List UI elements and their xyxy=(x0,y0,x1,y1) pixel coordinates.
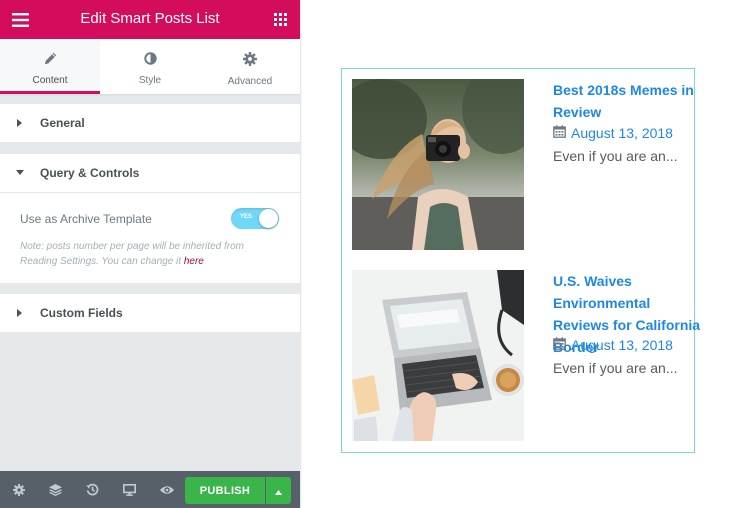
gear-icon xyxy=(243,52,257,71)
smart-posts-list-widget: Best 2018s Memes in Review August 13, 20… xyxy=(341,68,700,453)
post-thumbnail-woman-with-camera[interactable] xyxy=(352,79,524,250)
tab-content[interactable]: Content xyxy=(0,39,100,94)
archive-note-text: Note: posts number per page will be inhe… xyxy=(20,241,245,267)
half-circle-icon xyxy=(143,52,157,70)
publish-button[interactable]: PUBLISH xyxy=(185,477,265,504)
archive-note: Note: posts number per page will be inhe… xyxy=(20,239,282,269)
tab-advanced-label: Advanced xyxy=(227,76,273,87)
archive-template-label: Use as Archive Template xyxy=(20,212,152,226)
toggle-yes-text: YES xyxy=(240,214,253,220)
post-thumbnail-laptop-desk[interactable] xyxy=(352,270,524,441)
panel-title: Edit Smart Posts List xyxy=(80,10,220,27)
section-general-header[interactable]: General xyxy=(0,104,300,143)
section-query-header[interactable]: Query & Controls xyxy=(0,154,300,193)
archive-template-toggle[interactable]: YES xyxy=(231,208,279,229)
post-date-text[interactable]: August 13, 2018 xyxy=(571,125,673,141)
pencil-icon xyxy=(44,52,57,70)
post-item: Best 2018s Memes in Review August 13, 20… xyxy=(352,79,694,250)
section-query-title: Query & Controls xyxy=(40,166,140,180)
panel-footer: PUBLISH xyxy=(0,471,300,508)
section-query-controls: Query & Controls Use as Archive Template… xyxy=(0,154,300,283)
grid-apps-icon[interactable] xyxy=(260,0,300,39)
responsive-desktop-icon[interactable] xyxy=(111,471,148,508)
section-general-title: General xyxy=(40,116,85,130)
preview-eye-icon[interactable] xyxy=(148,471,185,508)
section-custom-fields-header[interactable]: Custom Fields xyxy=(0,294,300,333)
editor-panel: Edit Smart Posts List Content Style Adva… xyxy=(0,0,300,508)
caret-right-icon xyxy=(0,119,40,127)
post-title-link[interactable]: Best 2018s Memes in Review xyxy=(553,79,703,123)
panel-tabs: Content Style Advanced xyxy=(0,39,300,94)
tab-advanced[interactable]: Advanced xyxy=(200,39,300,94)
section-general: General xyxy=(0,104,300,143)
post-excerpt: Even if you are an... xyxy=(553,360,678,376)
calendar-icon xyxy=(553,125,566,141)
archive-template-control: Use as Archive Template YES xyxy=(0,193,300,243)
post-date: August 13, 2018 xyxy=(553,337,673,353)
publish-options-button[interactable] xyxy=(266,477,291,504)
post-date-text[interactable]: August 13, 2018 xyxy=(571,337,673,353)
tab-style[interactable]: Style xyxy=(100,39,200,94)
settings-icon[interactable] xyxy=(0,471,37,508)
post-item: U.S. Waives Environmental Reviews for Ca… xyxy=(352,270,700,441)
hamburger-menu-icon[interactable] xyxy=(0,0,40,39)
tab-content-label: Content xyxy=(32,75,68,86)
layers-icon[interactable] xyxy=(37,471,74,508)
post-date: August 13, 2018 xyxy=(553,125,673,141)
caret-down-icon xyxy=(0,170,40,176)
panel-shadow xyxy=(300,0,302,508)
archive-note-link[interactable]: here xyxy=(184,256,204,267)
caret-right-icon xyxy=(0,309,40,317)
calendar-icon xyxy=(553,337,566,353)
panel-header: Edit Smart Posts List xyxy=(0,0,300,39)
toggle-knob xyxy=(259,209,278,228)
history-icon[interactable] xyxy=(74,471,111,508)
tab-style-label: Style xyxy=(138,75,162,86)
post-excerpt: Even if you are an... xyxy=(553,148,678,164)
caret-up-icon xyxy=(275,482,282,500)
section-custom-fields: Custom Fields xyxy=(0,294,300,333)
section-custom-fields-title: Custom Fields xyxy=(40,306,123,320)
